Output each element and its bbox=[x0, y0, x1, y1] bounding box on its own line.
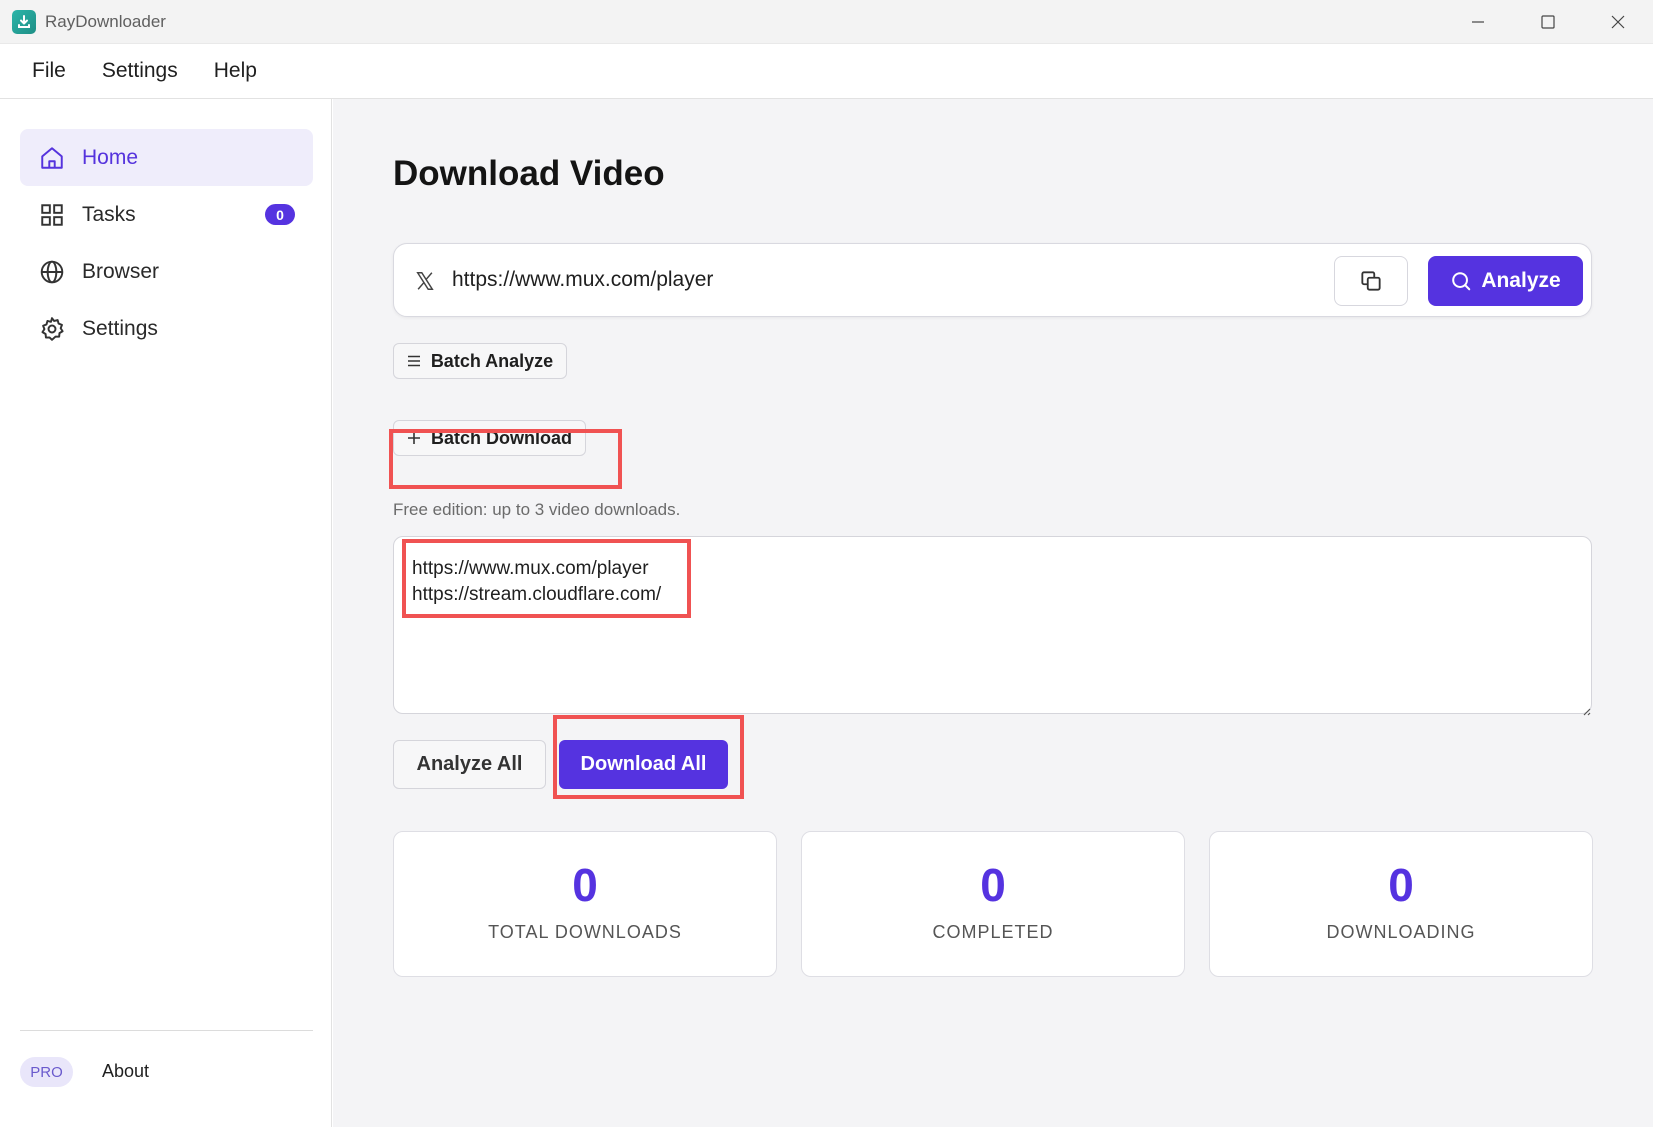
main-content: Download Video Analyze Batch Analyze Bat… bbox=[333, 99, 1653, 1127]
stat-card-completed: 0 COMPLETED bbox=[801, 831, 1185, 977]
free-edition-note: Free edition: up to 3 video downloads. bbox=[393, 500, 681, 519]
stat-card-total: 0 TOTAL DOWNLOADS bbox=[393, 831, 777, 977]
resize-grip-icon[interactable] bbox=[1581, 703, 1591, 716]
page-title: Download Video bbox=[393, 154, 665, 193]
globe-icon bbox=[38, 258, 66, 286]
search-icon bbox=[1452, 272, 1471, 291]
url-input[interactable] bbox=[452, 258, 1312, 302]
minimize-button[interactable] bbox=[1443, 0, 1513, 44]
close-icon bbox=[1611, 15, 1625, 29]
x-platform-icon bbox=[414, 270, 436, 292]
menu-bar: File Settings Help bbox=[0, 44, 1653, 99]
stat-label: DOWNLOADING bbox=[1326, 922, 1476, 942]
batch-download-button[interactable]: Batch Download bbox=[393, 420, 586, 456]
stat-value: 0 bbox=[1388, 859, 1414, 911]
about-link[interactable]: About bbox=[102, 1061, 149, 1082]
stat-card-downloading: 0 DOWNLOADING bbox=[1209, 831, 1593, 977]
menu-file[interactable]: File bbox=[32, 59, 66, 83]
app-logo-icon bbox=[12, 9, 36, 34]
home-icon bbox=[38, 144, 66, 172]
stat-value: 0 bbox=[572, 859, 598, 911]
sidebar-item-label: Home bbox=[82, 145, 139, 169]
analyze-button-label: Analyze bbox=[1481, 269, 1561, 292]
stat-value: 0 bbox=[980, 859, 1006, 911]
gear-icon bbox=[38, 315, 66, 343]
grid-icon bbox=[38, 201, 66, 229]
title-bar: RayDownloader bbox=[0, 0, 1653, 44]
sidebar-item-settings[interactable]: Settings bbox=[20, 300, 313, 357]
sidebar: Home Tasks 0 Browser Settings PRO About bbox=[0, 99, 332, 1127]
pro-badge[interactable]: PRO bbox=[20, 1057, 73, 1087]
sidebar-item-tasks[interactable]: Tasks 0 bbox=[20, 186, 313, 243]
batch-analyze-label: Batch Analyze bbox=[430, 350, 554, 371]
analyze-button[interactable]: Analyze bbox=[1428, 256, 1583, 306]
close-window-button[interactable] bbox=[1583, 0, 1653, 44]
list-icon bbox=[407, 354, 421, 368]
paste-button[interactable] bbox=[1334, 256, 1408, 306]
sidebar-item-label: Settings bbox=[82, 316, 158, 340]
sidebar-item-browser[interactable]: Browser bbox=[20, 243, 313, 300]
url-bar: Analyze bbox=[393, 243, 1592, 317]
sidebar-item-label: Browser bbox=[82, 259, 160, 283]
stat-label: COMPLETED bbox=[932, 922, 1054, 942]
maximize-button[interactable] bbox=[1513, 0, 1583, 44]
download-all-button[interactable]: Download All bbox=[559, 740, 728, 789]
stat-label: TOTAL DOWNLOADS bbox=[488, 922, 682, 942]
copy-icon bbox=[1361, 271, 1381, 291]
menu-settings[interactable]: Settings bbox=[102, 59, 178, 83]
batch-download-label: Batch Download bbox=[430, 427, 572, 448]
analyze-all-button[interactable]: Analyze All bbox=[393, 740, 546, 789]
sidebar-item-home[interactable]: Home bbox=[20, 129, 313, 186]
batch-analyze-button[interactable]: Batch Analyze bbox=[393, 343, 567, 379]
window-title: RayDownloader bbox=[45, 11, 166, 31]
plus-icon bbox=[407, 431, 421, 445]
maximize-icon bbox=[1541, 15, 1555, 29]
tasks-count-badge: 0 bbox=[265, 204, 295, 225]
sidebar-item-label: Tasks bbox=[82, 202, 136, 226]
batch-urls-textarea[interactable]: https://www.mux.com/player https://strea… bbox=[393, 536, 1592, 714]
minimize-icon bbox=[1472, 21, 1484, 23]
sidebar-divider bbox=[20, 1030, 313, 1031]
menu-help[interactable]: Help bbox=[214, 59, 257, 83]
